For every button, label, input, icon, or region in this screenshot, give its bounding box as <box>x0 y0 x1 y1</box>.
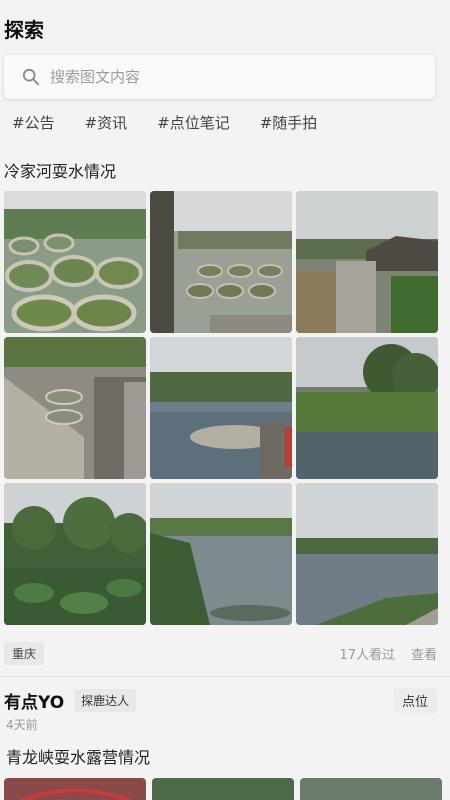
search-icon <box>22 68 40 86</box>
photo-grid <box>4 191 438 625</box>
photo-thumbnail[interactable] <box>296 337 438 479</box>
photo-thumbnail[interactable] <box>4 337 146 479</box>
post-title[interactable]: 冷家河耍水情况 <box>4 158 116 182</box>
search-input[interactable] <box>50 68 410 86</box>
view-count: 17人看过 <box>339 647 395 663</box>
photo-grid <box>4 778 442 800</box>
photo-thumbnail[interactable] <box>4 778 146 800</box>
tag-announcement[interactable]: #公告 <box>12 112 55 133</box>
place-button[interactable]: 点位 <box>392 688 437 713</box>
author-name[interactable]: 有点YO <box>4 688 64 713</box>
post-title[interactable]: 青龙峡耍水露营情况 <box>6 744 150 768</box>
post-time: 4天前 <box>6 718 38 732</box>
page-title: 探索 <box>4 18 44 42</box>
author-row: 有点YO 探鹿达人 点位 <box>4 688 437 713</box>
tag-list: #公告 #资讯 #点位笔记 #随手拍 <box>12 112 347 133</box>
photo-thumbnail[interactable] <box>4 191 146 333</box>
photo-thumbnail[interactable] <box>150 483 292 625</box>
divider <box>0 676 450 677</box>
location-chip[interactable]: 重庆 <box>4 641 45 665</box>
photo-thumbnail[interactable] <box>150 337 292 479</box>
author-badge: 探鹿达人 <box>74 689 137 712</box>
tag-snapshots[interactable]: #随手拍 <box>260 112 318 133</box>
view-link[interactable]: 查看 <box>411 644 437 663</box>
photo-thumbnail[interactable] <box>296 191 438 333</box>
tag-news[interactable]: #资讯 <box>85 112 128 133</box>
tag-spot-notes[interactable]: #点位笔记 <box>157 112 230 133</box>
photo-thumbnail[interactable] <box>4 483 146 625</box>
photo-thumbnail[interactable] <box>150 191 292 333</box>
photo-thumbnail[interactable] <box>300 778 442 800</box>
search-bar[interactable] <box>4 55 435 99</box>
photo-thumbnail[interactable] <box>152 778 294 800</box>
photo-thumbnail[interactable] <box>296 483 438 625</box>
post-meta: 重庆 17人看过 查看 <box>4 640 437 666</box>
